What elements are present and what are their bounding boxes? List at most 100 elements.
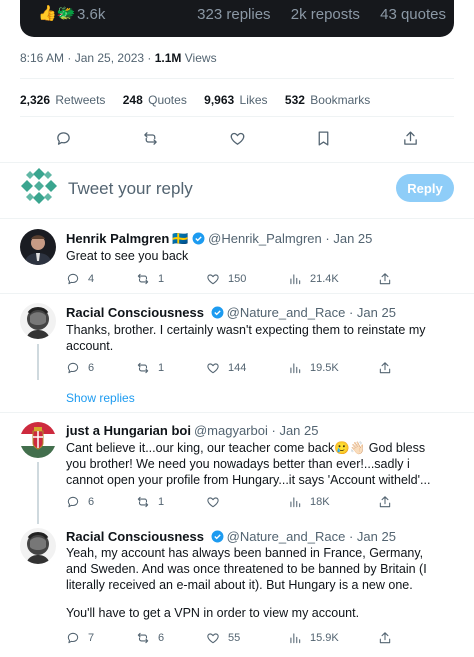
divider xyxy=(0,218,474,219)
analytics-icon xyxy=(290,274,301,285)
embed-stats: 323 replies 2k reposts 43 quotes xyxy=(181,6,446,23)
reply-icon xyxy=(67,496,79,508)
heart-icon xyxy=(207,363,219,374)
reply-button[interactable]: 6 xyxy=(66,495,94,509)
avatar[interactable] xyxy=(20,528,56,564)
author-handle[interactable]: @magyarboi xyxy=(194,423,268,438)
views-button[interactable]: 18K xyxy=(288,495,330,509)
author-handle[interactable]: @Henrik_Palmgren xyxy=(208,231,322,246)
reply-icon xyxy=(56,131,70,145)
views-button[interactable]: 15.9K xyxy=(288,631,339,645)
like-button[interactable]: 150 xyxy=(206,272,246,286)
thread-connector xyxy=(37,462,39,524)
author-handle[interactable]: @Nature_and_Race xyxy=(227,305,346,320)
likes-stat[interactable]: 9,963 Likes xyxy=(204,93,267,107)
avatar[interactable] xyxy=(20,422,56,458)
tweet-detail-page: 👍🐲 3.6k 323 replies 2k reposts 43 quotes… xyxy=(0,0,474,657)
divider xyxy=(0,412,474,413)
embedded-post-card[interactable]: 👍🐲 3.6k 323 replies 2k reposts 43 quotes xyxy=(20,0,454,37)
like-button[interactable] xyxy=(206,495,228,509)
retweet-button[interactable]: 1 xyxy=(136,495,164,509)
heart-icon xyxy=(207,274,219,285)
tweet-header: Henrik Palmgren 🇸🇪 @Henrik_Palmgren · Jan… xyxy=(66,231,373,246)
author-name[interactable]: just a Hungarian boi xyxy=(66,423,191,438)
divider xyxy=(0,162,474,163)
tweet-text: Yeah, my account has always been banned … xyxy=(66,546,427,592)
like-button[interactable]: 144 xyxy=(206,361,246,375)
views-label: Views xyxy=(181,51,217,65)
author-name[interactable]: Racial Consciousness xyxy=(66,529,204,544)
reply-icon xyxy=(67,362,79,374)
avatar[interactable] xyxy=(20,229,56,265)
avatar[interactable] xyxy=(20,303,56,339)
bookmark-button[interactable] xyxy=(310,125,336,151)
share-icon xyxy=(379,496,391,508)
reply-submit-button[interactable]: Reply xyxy=(396,174,454,202)
retweet-icon xyxy=(137,632,149,644)
reply-button[interactable]: 7 xyxy=(66,631,94,645)
verified-badge-icon xyxy=(211,530,224,543)
divider xyxy=(20,116,454,117)
views-button[interactable]: 21.4K xyxy=(288,272,339,286)
tweet-date[interactable]: Jan 25 xyxy=(333,231,372,246)
analytics-icon xyxy=(290,497,301,508)
views-button[interactable]: 19.5K xyxy=(288,361,339,375)
tweet-action-bar xyxy=(20,125,454,151)
retweet-icon xyxy=(137,273,149,285)
reply-action-bar: 6 1 18K xyxy=(66,495,406,513)
share-icon xyxy=(379,632,391,644)
share-icon xyxy=(379,362,391,374)
thread-connector xyxy=(37,344,39,380)
tweet-date[interactable]: Jan 25 xyxy=(357,529,396,544)
like-button[interactable] xyxy=(224,125,250,151)
engagement-counts: 2,326 Retweets 248 Quotes 9,963 Likes 53… xyxy=(20,93,384,107)
reply-button[interactable] xyxy=(50,125,76,151)
share-icon xyxy=(403,130,417,145)
embed-quotes: 43 quotes xyxy=(380,6,446,23)
heart-icon xyxy=(230,132,244,145)
tweet-text: Cant believe it...our king, our teacher … xyxy=(66,441,431,487)
embed-replies: 323 replies xyxy=(197,6,271,23)
retweets-stat[interactable]: 2,326 Retweets xyxy=(20,93,105,107)
tweet-text: Great to see you back xyxy=(66,249,189,263)
bookmark-icon xyxy=(318,130,328,146)
tweet-date[interactable]: Jan 25 xyxy=(357,305,396,320)
share-button[interactable] xyxy=(378,361,392,375)
like-button[interactable]: 55 xyxy=(206,631,240,645)
share-button[interactable] xyxy=(397,125,423,151)
views-count: 1.1M xyxy=(154,51,182,65)
tweet-text: Thanks, brother. I certainly wasn't expe… xyxy=(66,323,426,353)
tweet-header: Racial Consciousness @Nature_and_Race · … xyxy=(66,529,396,544)
share-button[interactable] xyxy=(378,272,392,286)
reply-icon xyxy=(67,273,79,285)
tweet-date[interactable]: Jan 25 xyxy=(279,423,318,438)
tweet-timestamp[interactable]: 8:16 AM · Jan 25, 2023 · xyxy=(20,51,155,65)
retweet-button[interactable] xyxy=(137,125,163,151)
retweet-button[interactable]: 6 xyxy=(136,631,164,645)
flag-emoji: 🇸🇪 xyxy=(172,231,189,246)
retweet-icon xyxy=(143,131,157,145)
reply-button[interactable]: 6 xyxy=(66,361,94,375)
author-handle[interactable]: @Nature_and_Race xyxy=(227,529,346,544)
reply-input[interactable]: Tweet your reply xyxy=(68,179,193,199)
quotes-stat[interactable]: 248 Quotes xyxy=(123,93,187,107)
show-replies-link[interactable]: Show replies xyxy=(66,391,135,405)
reply-action-bar: 7 6 55 15.9K xyxy=(66,631,406,649)
share-button[interactable] xyxy=(378,495,392,509)
verified-badge-icon xyxy=(192,232,205,245)
retweet-button[interactable]: 1 xyxy=(136,361,164,375)
retweet-button[interactable]: 1 xyxy=(136,272,164,286)
analytics-icon xyxy=(290,633,301,644)
heart-icon xyxy=(207,497,219,508)
author-name[interactable]: Racial Consciousness xyxy=(66,305,204,320)
heart-icon xyxy=(207,633,219,644)
share-button[interactable] xyxy=(378,631,392,645)
reply-composer: Tweet your reply Reply xyxy=(0,164,474,216)
divider xyxy=(0,293,474,294)
tweet-header: just a Hungarian boi @magyarboi · Jan 25 xyxy=(66,423,319,438)
bookmarks-stat[interactable]: 532 Bookmarks xyxy=(285,93,370,107)
reply-button[interactable]: 4 xyxy=(66,272,94,286)
author-name[interactable]: Henrik Palmgren xyxy=(66,231,169,246)
reply-action-bar: 6 1 144 19.5K xyxy=(66,361,406,379)
retweet-icon xyxy=(137,496,149,508)
